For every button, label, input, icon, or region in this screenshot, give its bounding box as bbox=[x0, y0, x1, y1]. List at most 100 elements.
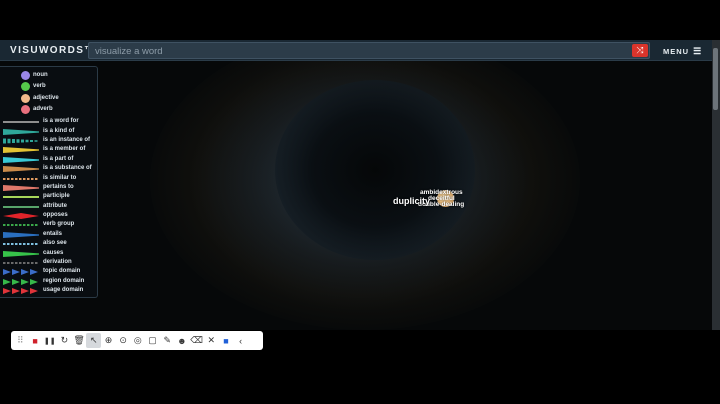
legend-pos-3: adverb bbox=[0, 104, 97, 115]
record-stop-button[interactable]: ■ bbox=[28, 333, 43, 348]
trash-button[interactable]: 🗑 bbox=[72, 333, 87, 348]
relation-line-icon bbox=[3, 121, 39, 124]
legend-relation-11: verb group bbox=[0, 220, 97, 229]
trash-icon: 🗑 bbox=[73, 335, 85, 345]
legend-relation-0: is a word for bbox=[0, 117, 97, 126]
legend-relation-9: attribute bbox=[0, 202, 97, 211]
word-label-main[interactable]: duplicity bbox=[393, 196, 430, 206]
zoom-cursor-button[interactable]: ⊕ bbox=[101, 333, 116, 348]
magnify-button[interactable]: ⊙ bbox=[116, 333, 131, 348]
legend-relation-label: attribute bbox=[43, 202, 67, 209]
legend-relation-1: is a kind of bbox=[0, 127, 97, 136]
shuffle-button[interactable]: ⤨ bbox=[632, 44, 648, 57]
relation-line-icon bbox=[3, 224, 39, 227]
pos-dot-icon bbox=[21, 71, 30, 80]
relation-list: is a word for is a kind of is an instance … bbox=[0, 117, 97, 295]
legend-relation-label: is an instance of bbox=[43, 136, 91, 143]
pointer-button[interactable]: ↖ bbox=[86, 333, 102, 348]
relation-line-icon bbox=[3, 262, 39, 265]
undo-button[interactable]: ↻ bbox=[57, 333, 72, 348]
zoom-cursor-icon: ⊕ bbox=[104, 335, 113, 345]
hamburger-icon: ☰ bbox=[693, 46, 703, 56]
legend-relation-label: is a part of bbox=[43, 155, 74, 162]
mute-icon: ✕ bbox=[207, 335, 216, 345]
relation-line-icon bbox=[3, 231, 39, 238]
legend-relation-16: topic domain bbox=[0, 267, 97, 276]
legend-relation-15: derivation bbox=[0, 258, 97, 267]
relation-line-icon bbox=[3, 196, 39, 199]
pen-icon: ✎ bbox=[163, 335, 171, 345]
record-stop-icon: ■ bbox=[32, 335, 38, 346]
search-input[interactable] bbox=[95, 44, 625, 58]
mute-button[interactable]: ✕ bbox=[204, 333, 219, 348]
screen: VISUWORDS™ ⤨ MENU☰ noun verb adjective adve… bbox=[0, 0, 720, 404]
legend-relation-label: is a kind of bbox=[43, 127, 75, 134]
pos-dot-icon bbox=[21, 104, 30, 114]
pointer-icon: ↖ bbox=[90, 335, 98, 345]
relation-line-icon bbox=[3, 250, 39, 257]
relation-line-icon bbox=[3, 128, 39, 135]
eraser-icon: ⌫ bbox=[190, 335, 203, 345]
letterbox-top bbox=[0, 0, 720, 40]
drag-handle-button[interactable]: ⠿ bbox=[13, 333, 28, 348]
logo[interactable]: VISUWORDS™ bbox=[10, 45, 96, 56]
top-bar: VISUWORDS™ ⤨ MENU☰ bbox=[0, 40, 712, 61]
legend-relation-10: opposes bbox=[0, 211, 97, 220]
legend-pos-0: noun bbox=[0, 70, 97, 81]
legend-pos-2: adjective bbox=[0, 93, 97, 104]
collapse-button[interactable]: ‹ bbox=[233, 333, 248, 348]
rectangle-button[interactable]: ▢ bbox=[145, 333, 160, 348]
visuwords-app[interactable]: VISUWORDS™ ⤨ MENU☰ noun verb adjective adve… bbox=[0, 40, 712, 330]
legend-pos-label: noun bbox=[33, 72, 48, 78]
legend-relation-label: entails bbox=[43, 230, 63, 237]
pause-icon: ❚❚ bbox=[43, 337, 56, 345]
legend-pos-label: adjective bbox=[33, 94, 59, 101]
legend-relation-7: pertains to bbox=[0, 183, 97, 192]
legend-panel: noun verb adjective adverb is a word for is … bbox=[0, 66, 98, 298]
background-eye-pupil bbox=[275, 80, 475, 260]
relation-line-icon bbox=[3, 138, 38, 144]
rectangle-icon: ▢ bbox=[148, 335, 157, 345]
legend-relation-label: pertains to bbox=[43, 183, 74, 190]
legend-relation-label: topic domain bbox=[43, 268, 81, 275]
legend-pos-label: adverb bbox=[33, 105, 53, 112]
legend-relation-label: causes bbox=[43, 249, 64, 256]
scrollbar-thumb[interactable] bbox=[713, 48, 718, 110]
camera-icon: ■ bbox=[223, 335, 229, 346]
emoji-icon: ☻ bbox=[177, 335, 187, 346]
spotlight-button[interactable]: ◎ bbox=[131, 333, 146, 348]
legend-relation-8: participle bbox=[0, 192, 97, 201]
legend-relation-label: opposes bbox=[43, 212, 68, 219]
legend-relation-18: usage domain bbox=[0, 286, 97, 295]
relation-line-icon bbox=[3, 205, 39, 208]
relation-line-icon bbox=[3, 213, 39, 220]
pos-dot-icon bbox=[21, 93, 30, 103]
eraser-button[interactable]: ⌫ bbox=[189, 333, 204, 348]
relation-line-icon bbox=[3, 156, 39, 163]
drag-handle-icon: ⠿ bbox=[17, 335, 24, 345]
legend-relation-13: also see bbox=[0, 239, 97, 248]
legend-relation-14: causes bbox=[0, 249, 97, 258]
menu-button[interactable]: MENU ☰ bbox=[663, 46, 702, 57]
legend-relation-label: also see bbox=[43, 240, 67, 247]
legend-pos-label: verb bbox=[33, 83, 46, 90]
relation-line-icon bbox=[3, 184, 39, 191]
legend-relation-label: derivation bbox=[43, 259, 72, 266]
relation-line-icon bbox=[3, 269, 38, 276]
legend-relation-12: entails bbox=[0, 230, 97, 239]
spotlight-icon: ◎ bbox=[133, 335, 142, 345]
legend-relation-label: is a word for bbox=[43, 118, 79, 125]
emoji-button[interactable]: ☻ bbox=[175, 333, 190, 348]
legend-relation-label: is a substance of bbox=[43, 165, 92, 172]
pause-button[interactable]: ❚❚ bbox=[42, 333, 57, 348]
pen-button[interactable]: ✎ bbox=[160, 333, 175, 348]
camera-button[interactable]: ■ bbox=[219, 333, 234, 348]
relation-line-icon bbox=[3, 166, 39, 173]
collapse-icon: ‹ bbox=[239, 335, 243, 346]
relation-line-icon bbox=[3, 278, 38, 285]
undo-icon: ↻ bbox=[60, 335, 69, 345]
legend-relation-label: participle bbox=[43, 193, 70, 200]
pos-dot-icon bbox=[21, 82, 30, 92]
magnify-icon: ⊙ bbox=[119, 335, 127, 345]
relation-line-icon bbox=[3, 243, 39, 246]
